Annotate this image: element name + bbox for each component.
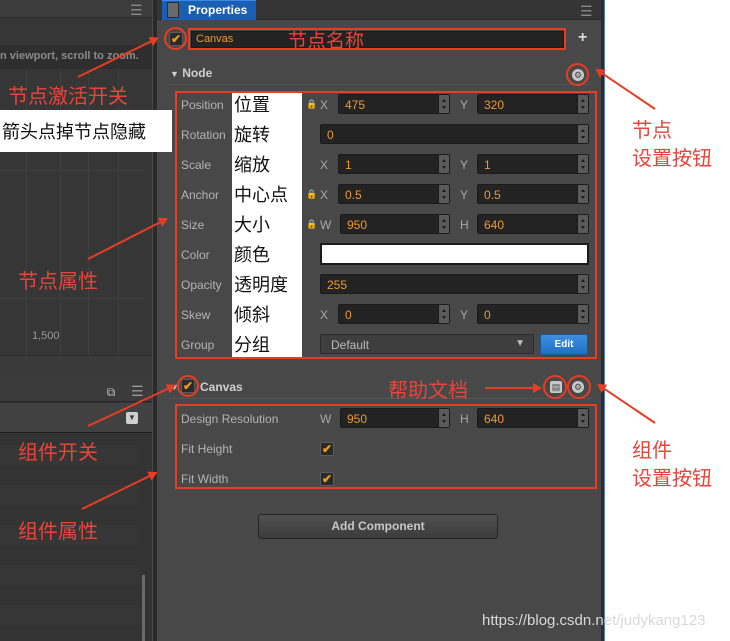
divider (168, 398, 592, 399)
annotation-arrow (596, 69, 656, 110)
scene-menu-icon[interactable]: ☰ (130, 2, 143, 19)
annotation-circle (566, 63, 589, 86)
tab-properties-label: Properties (188, 3, 248, 17)
dropdown-icon[interactable]: ▼ (126, 412, 138, 424)
annotation-node-settings-2: 设置按钮 (632, 148, 712, 170)
popout-icon[interactable]: ⧉ (105, 386, 117, 398)
annotation-circle (177, 375, 199, 397)
list-item[interactable] (0, 565, 140, 585)
properties-menu-icon[interactable]: ☰ (580, 3, 593, 20)
annotation-circle (164, 27, 187, 50)
panel-edge (601, 0, 605, 641)
list-item[interactable] (0, 485, 140, 505)
annotation-node-settings-1: 节点 (632, 120, 672, 142)
node-section-header[interactable]: ▼ Node (170, 66, 212, 80)
annotation-box-component-props (175, 404, 597, 489)
divider (168, 84, 592, 85)
annotation-box-node-name (188, 28, 566, 50)
node-section-title: Node (182, 66, 213, 80)
collapse-triangle-icon: ▼ (170, 69, 179, 79)
grid-line (0, 298, 145, 299)
add-component-button[interactable]: Add Component (258, 514, 498, 539)
list-item[interactable] (0, 605, 140, 625)
hierarchy-scrollbar[interactable] (142, 575, 145, 641)
annotation-arrow (485, 383, 542, 393)
watermark: https://blog.csdn.net/judykang123 (482, 612, 706, 629)
menu-icon[interactable]: ☰ (131, 384, 144, 398)
annotation-node-name: 节点名称 (288, 31, 365, 52)
add-icon[interactable]: + (578, 29, 587, 47)
scene-footer (0, 355, 152, 380)
hierarchy-header (0, 380, 152, 402)
annotation-node-active: 节点激活开关 (8, 86, 128, 108)
annotation-component-settings-2: 设置按钮 (632, 468, 712, 490)
canvas-component-title: Canvas (200, 380, 243, 394)
annotation-component-switch: 组件开关 (18, 442, 98, 464)
annotation-component-settings-1: 组件 (632, 440, 672, 462)
annotation-arrow-hint: 箭头点掉节点隐藏 (2, 118, 146, 144)
annotation-box-node-props (175, 91, 597, 359)
annotation-help-doc: 帮助文档 (388, 380, 468, 402)
annotation-node-props: 节点属性 (18, 271, 98, 293)
properties-tab-icon (167, 2, 179, 18)
annotation-arrow (598, 384, 656, 424)
annotation-component-props: 组件属性 (18, 521, 98, 543)
grid-line (0, 170, 145, 171)
annotation-circle (567, 375, 591, 399)
ruler-label: 1,500 (32, 330, 60, 342)
annotation-circle (543, 375, 567, 399)
